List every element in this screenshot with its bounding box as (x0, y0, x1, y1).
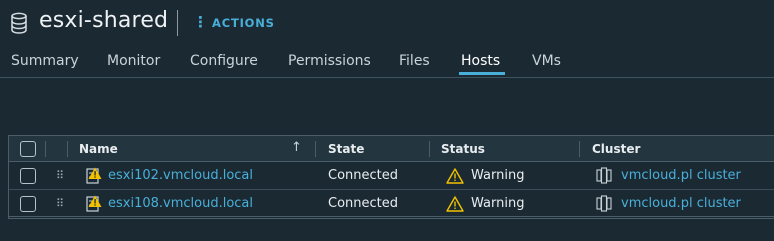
actions-button[interactable]: ⋮ ACTIONS (193, 15, 275, 30)
column-header-name[interactable]: Name (79, 142, 118, 156)
kebab-icon: ⋮ (193, 13, 208, 31)
drag-handle-icon[interactable]: ⠿ (56, 170, 64, 181)
header-divider (177, 10, 178, 36)
table-row[interactable]: ⠿ esxi108.vmcloud.local Connected Warnin… (9, 190, 774, 218)
cluster-icon (596, 195, 612, 212)
drag-handle-icon[interactable]: ⠿ (56, 198, 64, 209)
column-separator[interactable] (315, 141, 316, 157)
sort-ascending-icon[interactable]: ↑ (291, 140, 302, 155)
tab-configure[interactable]: Configure (190, 53, 258, 69)
column-separator (67, 141, 68, 157)
host-status: Warning (471, 196, 525, 211)
host-status: Warning (471, 168, 525, 183)
tab-summary[interactable]: Summary (11, 53, 79, 69)
datagrid-footer-border (8, 216, 774, 217)
datastore-icon (11, 12, 27, 34)
host-warning-icon (86, 167, 102, 184)
warning-triangle-icon (446, 168, 464, 184)
active-tab-indicator (459, 72, 505, 75)
cluster-link[interactable]: vmcloud.pl cluster (621, 196, 741, 211)
tab-permissions[interactable]: Permissions (288, 53, 371, 69)
actions-label: ACTIONS (212, 15, 275, 30)
tab-monitor[interactable]: Monitor (107, 53, 160, 69)
row-select-checkbox[interactable] (20, 168, 36, 184)
host-name-link[interactable]: esxi108.vmcloud.local (108, 196, 253, 211)
host-warning-icon (86, 195, 102, 212)
host-state: Connected (328, 196, 399, 211)
column-header-cluster[interactable]: Cluster (592, 142, 640, 156)
host-state: Connected (328, 168, 399, 183)
cluster-icon (596, 167, 612, 184)
column-separator[interactable] (579, 141, 580, 157)
row-select-checkbox[interactable] (20, 196, 36, 212)
column-header-status[interactable]: Status (441, 142, 485, 156)
table-row[interactable]: ⠿ esxi102.vmcloud.local Connected Warnin… (9, 162, 774, 190)
page-title: esxi-shared (39, 8, 169, 33)
select-all-checkbox[interactable] (20, 141, 36, 157)
tab-hosts[interactable]: Hosts (461, 53, 500, 69)
column-separator (45, 141, 46, 157)
warning-triangle-icon (446, 196, 464, 212)
page-header: esxi-shared ⋮ ACTIONS (0, 0, 774, 46)
tab-bar: Summary Monitor Configure Permissions Fi… (0, 46, 774, 78)
column-separator[interactable] (429, 141, 430, 157)
host-name-link[interactable]: esxi102.vmcloud.local (108, 168, 253, 183)
column-header-state[interactable]: State (328, 142, 364, 156)
tab-files[interactable]: Files (399, 53, 430, 69)
datagrid-header: Name ↑ State Status Cluster (9, 136, 774, 162)
tab-vms[interactable]: VMs (532, 53, 561, 69)
hosts-datagrid: Name ↑ State Status Cluster ⠿ esxi102.vm… (8, 135, 774, 219)
cluster-link[interactable]: vmcloud.pl cluster (621, 168, 741, 183)
